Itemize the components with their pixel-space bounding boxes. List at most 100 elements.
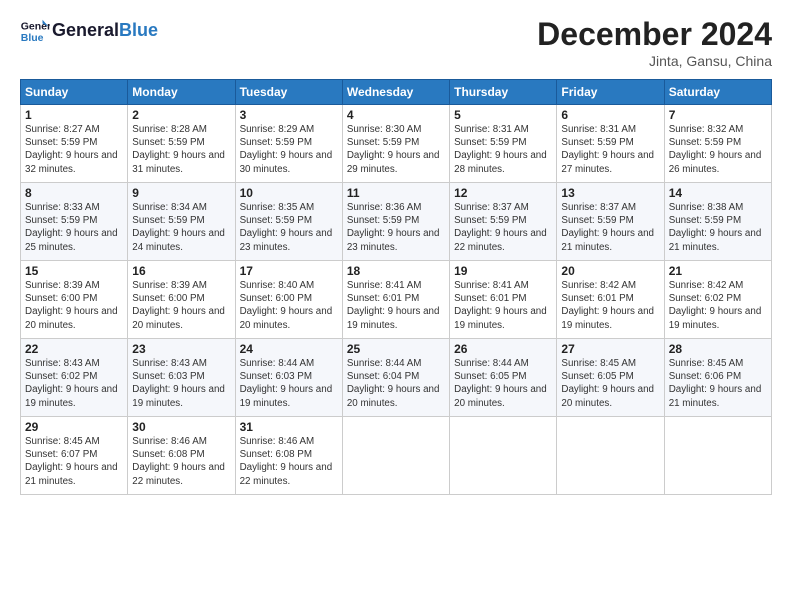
title-block: December 2024 Jinta, Gansu, China [537,16,772,69]
day-info: Sunrise: 8:31 AMSunset: 5:59 PMDaylight:… [561,124,654,175]
calendar-cell: 24 Sunrise: 8:44 AMSunset: 6:03 PMDaylig… [235,339,342,417]
day-info: Sunrise: 8:35 AMSunset: 5:59 PMDaylight:… [240,202,333,253]
month-title: December 2024 [537,16,772,53]
calendar-cell: 3 Sunrise: 8:29 AMSunset: 5:59 PMDayligh… [235,105,342,183]
day-number: 20 [561,264,659,278]
day-info: Sunrise: 8:32 AMSunset: 5:59 PMDaylight:… [669,124,762,175]
day-info: Sunrise: 8:46 AMSunset: 6:08 PMDaylight:… [132,436,225,487]
day-number: 12 [454,186,552,200]
day-number: 24 [240,342,338,356]
page: General Blue GeneralBlue December 2024 J… [0,0,792,505]
calendar-cell: 25 Sunrise: 8:44 AMSunset: 6:04 PMDaylig… [342,339,449,417]
day-info: Sunrise: 8:43 AMSunset: 6:02 PMDaylight:… [25,358,118,409]
calendar-cell: 13 Sunrise: 8:37 AMSunset: 5:59 PMDaylig… [557,183,664,261]
day-number: 21 [669,264,767,278]
calendar-cell: 22 Sunrise: 8:43 AMSunset: 6:02 PMDaylig… [21,339,128,417]
calendar-cell: 1 Sunrise: 8:27 AMSunset: 5:59 PMDayligh… [21,105,128,183]
day-info: Sunrise: 8:42 AMSunset: 6:02 PMDaylight:… [669,280,762,331]
day-number: 3 [240,108,338,122]
day-info: Sunrise: 8:27 AMSunset: 5:59 PMDaylight:… [25,124,118,175]
calendar-cell [450,417,557,495]
day-info: Sunrise: 8:41 AMSunset: 6:01 PMDaylight:… [454,280,547,331]
day-number: 22 [25,342,123,356]
day-number: 10 [240,186,338,200]
day-number: 7 [669,108,767,122]
svg-text:General: General [21,21,50,33]
day-info: Sunrise: 8:30 AMSunset: 5:59 PMDaylight:… [347,124,440,175]
calendar-cell: 28 Sunrise: 8:45 AMSunset: 6:06 PMDaylig… [664,339,771,417]
day-info: Sunrise: 8:31 AMSunset: 5:59 PMDaylight:… [454,124,547,175]
day-number: 27 [561,342,659,356]
day-info: Sunrise: 8:28 AMSunset: 5:59 PMDaylight:… [132,124,225,175]
day-number: 23 [132,342,230,356]
calendar-cell: 5 Sunrise: 8:31 AMSunset: 5:59 PMDayligh… [450,105,557,183]
col-header-saturday: Saturday [664,80,771,105]
calendar-cell: 8 Sunrise: 8:33 AMSunset: 5:59 PMDayligh… [21,183,128,261]
day-info: Sunrise: 8:33 AMSunset: 5:59 PMDaylight:… [25,202,118,253]
day-number: 13 [561,186,659,200]
day-number: 15 [25,264,123,278]
calendar-table: SundayMondayTuesdayWednesdayThursdayFrid… [20,79,772,495]
logo-icon: General Blue [20,16,50,46]
calendar-cell: 17 Sunrise: 8:40 AMSunset: 6:00 PMDaylig… [235,261,342,339]
day-info: Sunrise: 8:39 AMSunset: 6:00 PMDaylight:… [25,280,118,331]
day-number: 25 [347,342,445,356]
day-info: Sunrise: 8:45 AMSunset: 6:07 PMDaylight:… [25,436,118,487]
day-info: Sunrise: 8:36 AMSunset: 5:59 PMDaylight:… [347,202,440,253]
day-info: Sunrise: 8:45 AMSunset: 6:05 PMDaylight:… [561,358,654,409]
col-header-sunday: Sunday [21,80,128,105]
day-number: 14 [669,186,767,200]
day-number: 11 [347,186,445,200]
col-header-tuesday: Tuesday [235,80,342,105]
day-number: 19 [454,264,552,278]
day-number: 5 [454,108,552,122]
calendar-cell: 14 Sunrise: 8:38 AMSunset: 5:59 PMDaylig… [664,183,771,261]
calendar-cell: 2 Sunrise: 8:28 AMSunset: 5:59 PMDayligh… [128,105,235,183]
calendar-cell: 19 Sunrise: 8:41 AMSunset: 6:01 PMDaylig… [450,261,557,339]
day-number: 6 [561,108,659,122]
location: Jinta, Gansu, China [537,53,772,69]
calendar-cell: 4 Sunrise: 8:30 AMSunset: 5:59 PMDayligh… [342,105,449,183]
calendar-cell [664,417,771,495]
calendar-cell: 27 Sunrise: 8:45 AMSunset: 6:05 PMDaylig… [557,339,664,417]
day-info: Sunrise: 8:45 AMSunset: 6:06 PMDaylight:… [669,358,762,409]
logo-text: GeneralBlue [52,21,158,41]
logo: General Blue GeneralBlue [20,16,158,46]
day-number: 29 [25,420,123,434]
day-number: 17 [240,264,338,278]
calendar-cell: 31 Sunrise: 8:46 AMSunset: 6:08 PMDaylig… [235,417,342,495]
col-header-thursday: Thursday [450,80,557,105]
day-number: 1 [25,108,123,122]
calendar-cell [557,417,664,495]
header: General Blue GeneralBlue December 2024 J… [20,16,772,69]
calendar-cell: 6 Sunrise: 8:31 AMSunset: 5:59 PMDayligh… [557,105,664,183]
calendar-cell: 12 Sunrise: 8:37 AMSunset: 5:59 PMDaylig… [450,183,557,261]
day-info: Sunrise: 8:37 AMSunset: 5:59 PMDaylight:… [454,202,547,253]
calendar-cell: 30 Sunrise: 8:46 AMSunset: 6:08 PMDaylig… [128,417,235,495]
day-info: Sunrise: 8:40 AMSunset: 6:00 PMDaylight:… [240,280,333,331]
day-info: Sunrise: 8:44 AMSunset: 6:04 PMDaylight:… [347,358,440,409]
day-info: Sunrise: 8:34 AMSunset: 5:59 PMDaylight:… [132,202,225,253]
calendar-cell: 21 Sunrise: 8:42 AMSunset: 6:02 PMDaylig… [664,261,771,339]
day-number: 26 [454,342,552,356]
day-info: Sunrise: 8:44 AMSunset: 6:05 PMDaylight:… [454,358,547,409]
day-info: Sunrise: 8:46 AMSunset: 6:08 PMDaylight:… [240,436,333,487]
day-number: 31 [240,420,338,434]
day-number: 30 [132,420,230,434]
calendar-cell [342,417,449,495]
calendar-cell: 9 Sunrise: 8:34 AMSunset: 5:59 PMDayligh… [128,183,235,261]
day-number: 28 [669,342,767,356]
calendar-cell: 29 Sunrise: 8:45 AMSunset: 6:07 PMDaylig… [21,417,128,495]
svg-text:Blue: Blue [21,32,44,44]
day-info: Sunrise: 8:44 AMSunset: 6:03 PMDaylight:… [240,358,333,409]
day-number: 9 [132,186,230,200]
calendar-cell: 10 Sunrise: 8:35 AMSunset: 5:59 PMDaylig… [235,183,342,261]
day-info: Sunrise: 8:43 AMSunset: 6:03 PMDaylight:… [132,358,225,409]
day-number: 2 [132,108,230,122]
day-info: Sunrise: 8:37 AMSunset: 5:59 PMDaylight:… [561,202,654,253]
calendar-cell: 7 Sunrise: 8:32 AMSunset: 5:59 PMDayligh… [664,105,771,183]
day-number: 16 [132,264,230,278]
day-number: 4 [347,108,445,122]
calendar-cell: 26 Sunrise: 8:44 AMSunset: 6:05 PMDaylig… [450,339,557,417]
day-number: 8 [25,186,123,200]
